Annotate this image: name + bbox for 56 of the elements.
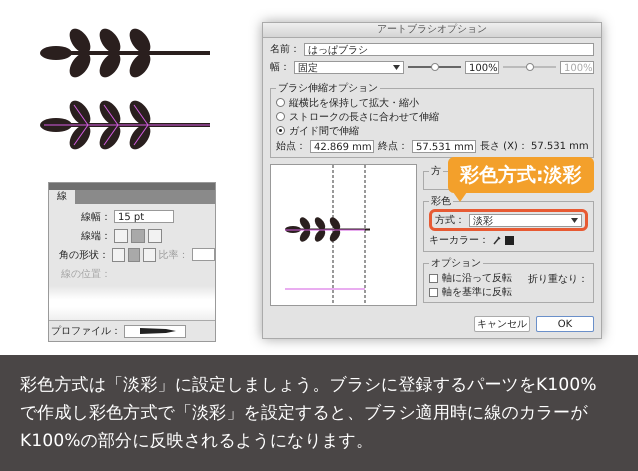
weight-label: 線幅： xyxy=(80,210,111,224)
radio-button[interactable] xyxy=(276,112,285,121)
color-swatch[interactable] xyxy=(505,236,514,244)
checkbox-label: 軸を基準に反転 xyxy=(442,286,512,299)
profile-shape-icon xyxy=(140,326,176,334)
cap-icon[interactable] xyxy=(148,228,162,242)
radio-button[interactable] xyxy=(276,98,285,107)
start-field[interactable]: 42.869 mm xyxy=(310,140,374,152)
checkbox-label: 軸に沿って反転 xyxy=(442,272,512,285)
ok-button[interactable]: OK xyxy=(536,316,594,332)
name-label: 名前： xyxy=(270,43,300,56)
width-label: 幅： xyxy=(270,61,290,74)
key-color-label: キーカラー： xyxy=(429,234,489,247)
start-label: 始点： xyxy=(276,140,306,153)
callout-label: 彩色方式:淡彩 xyxy=(448,157,594,193)
corner-icon[interactable] xyxy=(128,248,140,262)
position-label: 線の位置： xyxy=(60,268,111,280)
dropdown-arrow-icon[interactable] xyxy=(571,218,578,222)
percent-field[interactable]: 100% xyxy=(465,60,499,74)
cap-icon[interactable] xyxy=(114,228,128,242)
ratio-label: 比率： xyxy=(158,248,189,262)
option-label: ガイド間で伸縮 xyxy=(289,124,359,138)
width-dropdown[interactable]: 固定 xyxy=(294,60,404,74)
profile-label: プロファイル： xyxy=(51,324,121,338)
window-title: アートブラシオプション xyxy=(263,23,601,38)
radio-button[interactable] xyxy=(276,126,285,135)
corner-label: 角の形状： xyxy=(59,248,109,262)
checkbox[interactable] xyxy=(429,274,438,282)
group-title: 方 xyxy=(430,164,442,178)
length-text: 長さ (X)： 57.531 mm xyxy=(480,140,589,153)
end-field[interactable]: 57.531 mm xyxy=(412,140,476,152)
group-title: オプション xyxy=(430,256,482,270)
end-label: 終点： xyxy=(378,140,408,153)
ratio-field[interactable] xyxy=(192,248,216,261)
method-label: 方式： xyxy=(435,214,465,227)
option-label: ストロークの長さに合わせて伸縮 xyxy=(289,110,439,124)
dropdown-arrow-icon[interactable] xyxy=(393,64,400,70)
overlap-label: 折り重なり： xyxy=(528,272,588,286)
method-dropdown[interactable]: 淡彩 xyxy=(469,214,582,226)
corner-icon[interactable] xyxy=(112,248,125,262)
option-label: 縦横比を保持して拡大・縮小 xyxy=(289,96,419,110)
corner-icon[interactable] xyxy=(143,248,156,262)
callout-pointer-icon xyxy=(453,192,467,202)
group-title: ブラシ伸縮オプション xyxy=(277,82,379,95)
caption-text: 彩色方式は「淡彩」に設定しましょう。ブラシに登録するパーツをK100%で作成し彩色方式で「淡彩」を設定すると、ブラシ適用時に線のカラーがK100%の部分に反映されるようになります。 xyxy=(0,355,638,471)
cap-icon[interactable] xyxy=(131,228,145,242)
cancel-button[interactable]: キャンセル xyxy=(474,316,530,332)
group-title: 彩色 xyxy=(430,195,452,208)
eyedropper-icon[interactable] xyxy=(493,236,501,244)
weight-field[interactable]: 15 pt xyxy=(114,210,174,223)
percent-field: 100% xyxy=(560,60,594,74)
cap-label: 線端： xyxy=(80,230,111,242)
profile-field[interactable] xyxy=(124,324,186,338)
name-field[interactable]: はっぱブラシ xyxy=(304,42,594,56)
checkbox[interactable] xyxy=(429,288,438,296)
panel-tab[interactable]: 線 xyxy=(49,190,75,204)
